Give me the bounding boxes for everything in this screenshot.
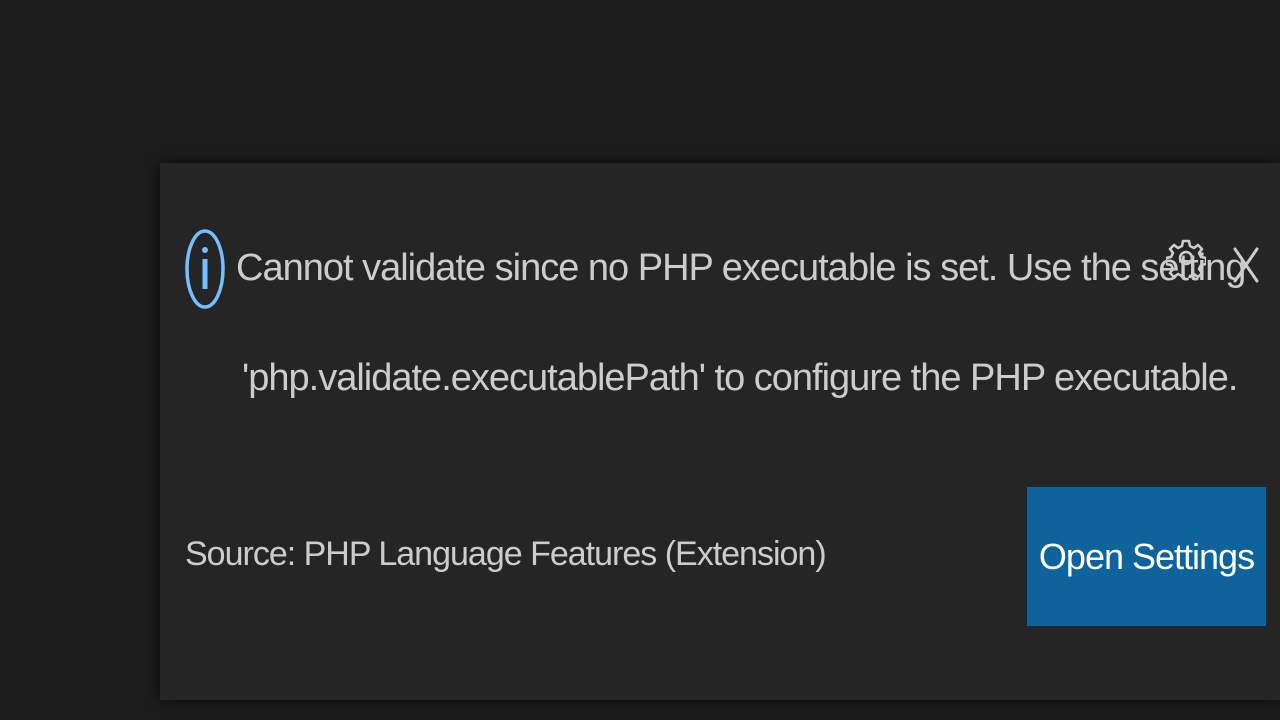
notification-source: Source: PHP Language Features (Extension…: [185, 535, 827, 573]
notification-message: Cannot validate since no PHP executable …: [236, 213, 1246, 433]
notification-toast: Cannot validate since no PHP executable …: [160, 163, 1280, 700]
notification-message-line1: Cannot validate since no PHP executable …: [236, 247, 1246, 289]
close-icon[interactable]: [1224, 243, 1268, 287]
open-settings-button[interactable]: Open Settings: [1027, 487, 1266, 626]
notification-message-line2: 'php.validate.executablePath' to configu…: [242, 357, 1238, 399]
gear-icon[interactable]: [1163, 235, 1209, 281]
info-icon: [184, 227, 226, 311]
